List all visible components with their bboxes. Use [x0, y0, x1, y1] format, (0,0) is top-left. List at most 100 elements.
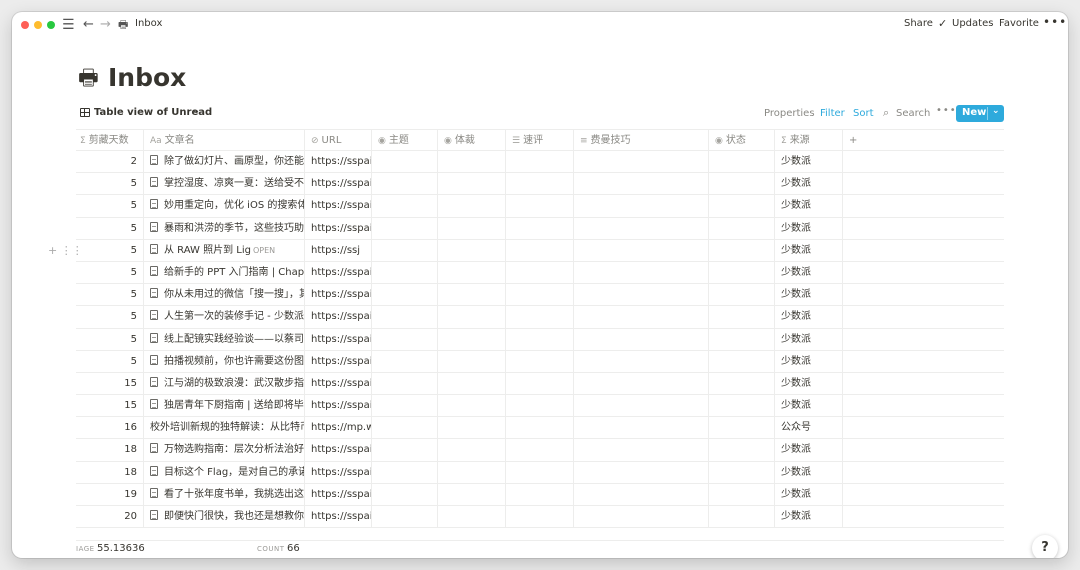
cell-days[interactable]: 2 — [76, 151, 144, 173]
cell-url[interactable]: https://sspai.c — [305, 461, 372, 483]
table-row[interactable]: 5 拍播视频前，你也许需要这份图像https://sspai.c 少数派 — [76, 350, 1004, 373]
chevron-down-icon[interactable]: ⌄ — [992, 106, 1000, 116]
cell-review[interactable] — [506, 306, 574, 328]
cell-genre[interactable] — [438, 506, 506, 528]
cell-review[interactable] — [506, 284, 574, 306]
cell-topic[interactable] — [372, 284, 438, 306]
cell-url[interactable]: https://ssj — [305, 239, 372, 261]
cell-url[interactable]: https://sspai.c — [305, 261, 372, 284]
cell-url[interactable]: https://sspai.c — [305, 328, 372, 350]
cell-review[interactable] — [506, 439, 574, 461]
cell-status[interactable] — [709, 439, 775, 461]
zoom-window-button[interactable] — [47, 21, 55, 29]
cell-status[interactable] — [709, 395, 775, 417]
cell-tips[interactable] — [574, 195, 709, 217]
cell-title[interactable]: 除了做幻灯片、画原型，你还能用 — [144, 151, 305, 173]
cell-topic[interactable] — [372, 151, 438, 173]
column-header-title[interactable]: Aa 文章名 — [144, 130, 305, 150]
count-value[interactable]: 66 — [287, 543, 300, 554]
cell-review[interactable] — [506, 395, 574, 417]
cell-genre[interactable] — [438, 350, 506, 372]
table-row[interactable]: 5 妙用重定向，优化 iOS 的搜索体验https://sspai.c 少数派 — [76, 195, 1004, 218]
cell-topic[interactable] — [372, 261, 438, 284]
table-row[interactable]: 16 校外培训新规的独特解读：从比特币内https://mp.wei 公众号 — [76, 417, 1004, 440]
cell-days[interactable]: 5 — [76, 350, 144, 372]
cell-tips[interactable] — [574, 284, 709, 306]
cell-source[interactable]: 少数派 — [775, 395, 843, 417]
cell-status[interactable] — [709, 239, 775, 261]
minimize-window-button[interactable] — [34, 21, 42, 29]
table-row[interactable]: 5从 RAW 照片到 Lightr OPEN https://ssj 少数派 + ⋮⋮ — [48, 239, 1004, 262]
cell-topic[interactable] — [372, 350, 438, 372]
cell-source[interactable]: 少数派 — [775, 328, 843, 350]
cell-status[interactable] — [709, 261, 775, 284]
cell-topic[interactable] — [372, 461, 438, 483]
cell-days[interactable]: 5 — [76, 328, 144, 350]
cell-status[interactable] — [709, 328, 775, 350]
new-button-label[interactable]: New — [962, 107, 986, 118]
arrow-right-icon[interactable]: → — [100, 16, 111, 34]
favorite-button[interactable]: Favorite — [999, 18, 1039, 29]
cell-title[interactable]: 人生第一次的装修手记 - 少数派 — [144, 306, 305, 328]
cell-genre[interactable] — [438, 261, 506, 284]
column-header-source[interactable]: Σ 来源 — [775, 130, 843, 150]
cell-genre[interactable] — [438, 284, 506, 306]
cell-url[interactable]: https://sspai.c — [305, 284, 372, 306]
cell-tips[interactable] — [574, 350, 709, 372]
table-row[interactable]: 5 给新手的 PPT 入门指南 | Chapterhttps://sspai.c 少… — [76, 261, 1004, 285]
cell-tips[interactable] — [574, 217, 709, 239]
cell-title[interactable]: 江与湖的极致浪漫：武汉散步指南 — [144, 372, 305, 395]
cell-genre[interactable] — [438, 417, 506, 439]
cell-title[interactable]: 从 RAW 照片到 Lightr OPEN — [144, 239, 305, 261]
cell-source[interactable]: 少数派 — [775, 239, 843, 261]
cell-topic[interactable] — [372, 439, 438, 461]
close-window-button[interactable] — [21, 21, 29, 29]
cell-status[interactable] — [709, 217, 775, 239]
view-more-button[interactable]: ••• — [936, 105, 957, 116]
cell-title[interactable]: 独居青年下厨指南 | 送给即将毕业 — [144, 395, 305, 417]
cell-genre[interactable] — [438, 461, 506, 483]
search-button[interactable]: Search — [896, 108, 930, 119]
cell-status[interactable] — [709, 173, 775, 195]
table-row[interactable]: 19 看了十张年度书单，我挑选出这 1https://sspai.c 少数派 — [76, 483, 1004, 506]
table-row[interactable]: 15 独居青年下厨指南 | 送给即将毕业https://sspai.c 少数派 — [76, 395, 1004, 418]
printer-icon[interactable]: 🖶 — [78, 65, 99, 93]
cell-title[interactable]: 掌控湿度、凉爽一夏：送给受不了 — [144, 173, 305, 195]
open-page-button[interactable]: OPEN — [251, 244, 278, 257]
cell-status[interactable] — [709, 417, 775, 439]
cell-url[interactable]: https://sspai.c — [305, 195, 372, 217]
cell-topic[interactable] — [372, 372, 438, 395]
cell-source[interactable]: 少数派 — [775, 439, 843, 461]
column-header-genre[interactable]: ◉ 体裁 — [438, 130, 506, 150]
cell-genre[interactable] — [438, 195, 506, 217]
cell-review[interactable] — [506, 461, 574, 483]
cell-status[interactable] — [709, 195, 775, 217]
add-column-button[interactable]: + — [843, 130, 1004, 150]
table-row[interactable]: 18 万物选购指南：层次分析法治好了https://sspai.c 少数派 — [76, 439, 1004, 462]
column-header-status[interactable]: ◉ 状态 — [709, 130, 775, 150]
table-row[interactable]: 5 暴雨和洪涝的季节，这些技巧助你https://sspai.c 少数派 — [76, 217, 1004, 240]
cell-tips[interactable] — [574, 306, 709, 328]
cell-review[interactable] — [506, 239, 574, 261]
cell-days[interactable]: 18 — [76, 461, 144, 483]
cell-review[interactable] — [506, 328, 574, 350]
cell-genre[interactable] — [438, 439, 506, 461]
search-icon[interactable]: ⌕ — [883, 106, 889, 120]
cell-url[interactable]: https://sspai.c — [305, 372, 372, 395]
cell-source[interactable]: 少数派 — [775, 217, 843, 239]
cell-add[interactable] — [843, 195, 1004, 216]
column-header-tips[interactable]: ≡ 费曼技巧 — [574, 130, 709, 150]
cell-genre[interactable] — [438, 151, 506, 173]
cell-tips[interactable] — [574, 506, 709, 528]
updates-button[interactable]: Updates — [952, 18, 993, 29]
cell-title[interactable]: 暴雨和洪涝的季节，这些技巧助你 — [144, 217, 305, 239]
cell-title[interactable]: 即便快门很快，我也还是想教你如 — [144, 506, 305, 528]
cell-genre[interactable] — [438, 217, 506, 239]
table-row[interactable]: 5 掌控湿度、凉爽一夏：送给受不了https://sspai.c 少数派 — [76, 173, 1004, 196]
arrow-left-icon[interactable]: ← — [83, 16, 94, 34]
cell-title[interactable]: 万物选购指南：层次分析法治好了 — [144, 439, 305, 461]
cell-review[interactable] — [506, 350, 574, 372]
properties-button[interactable]: Properties — [764, 108, 815, 119]
sort-button[interactable]: Sort — [853, 108, 874, 119]
cell-status[interactable] — [709, 483, 775, 505]
